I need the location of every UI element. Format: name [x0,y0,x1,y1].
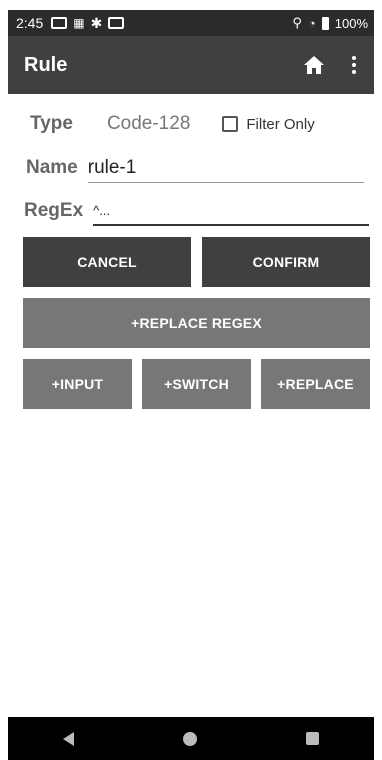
notification-icon [51,17,68,29]
home-circle-icon[interactable] [182,731,197,746]
confirm-button[interactable]: CONFIRM [202,237,370,287]
location-icon: ⚲ [292,15,302,30]
bluetooth-icon: ✱ [90,14,103,31]
regex-label: RegEx [24,200,84,221]
add-switch-button[interactable]: +SWITCH [142,359,251,409]
battery-percent: 100% [334,15,368,31]
app-bar: Rule [8,36,374,94]
status-left-icons: ▦ ✱ [51,14,125,32]
status-time: 2:45 [16,15,44,31]
filter-only-label: Filter Only [246,115,315,133]
name-label: Name [26,157,78,178]
filter-only-checkbox[interactable] [222,116,239,132]
card-icon [108,17,125,29]
cancel-button[interactable]: CANCEL [23,237,191,287]
add-replace-button[interactable]: +REPLACE [261,359,370,409]
app-bar-actions [302,53,366,77]
name-row: Name [8,153,374,183]
back-icon[interactable] [62,731,74,746]
page-title: Rule [24,53,68,76]
barcode-icon: ▦ [73,16,85,30]
status-right: ⚲ ◔ 100% [292,15,368,31]
regex-input[interactable] [93,202,370,218]
replace-regex-button[interactable]: +REPLACE REGEX [23,298,370,348]
status-bar: 2:45 ▦ ✱ ⚲ ◔ 100% [8,10,374,36]
regex-row: RegEx [8,196,374,226]
recents-icon[interactable] [306,732,320,745]
type-label: Type [30,113,73,134]
filter-only-toggle[interactable]: Filter Only [222,115,315,133]
wifi-icon: ◔ [307,15,316,31]
regex-field-wrap [93,196,370,226]
more-icon[interactable] [342,53,366,77]
navigation-bar [8,717,374,760]
name-input[interactable] [87,156,364,179]
battery-icon [321,16,329,30]
name-field-wrap [87,154,364,183]
type-value: Code-128 [106,113,191,134]
add-input-button[interactable]: +INPUT [23,359,132,409]
home-icon[interactable] [302,53,326,77]
type-row: Type Code-128 Filter Only [8,110,374,138]
